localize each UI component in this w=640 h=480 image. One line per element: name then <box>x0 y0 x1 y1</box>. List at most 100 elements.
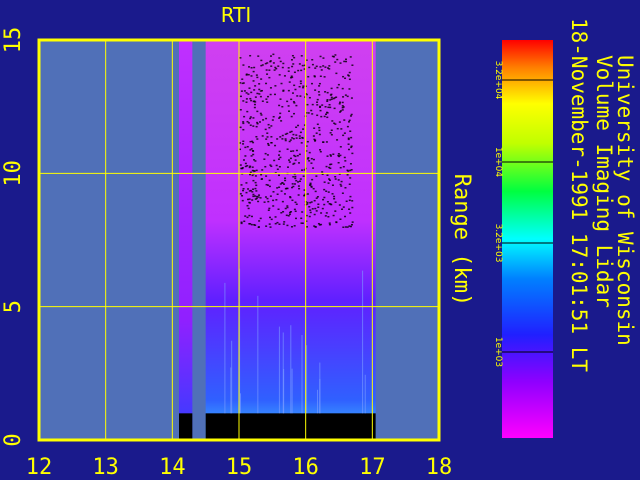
noise-speckle <box>306 158 309 160</box>
noise-speckle <box>312 135 315 137</box>
noise-speckle <box>299 95 302 97</box>
noise-speckle <box>281 138 284 140</box>
noise-speckle <box>327 106 330 109</box>
noise-speckle <box>246 145 249 148</box>
noise-speckle <box>249 116 252 118</box>
noise-speckle <box>334 178 337 180</box>
noise-speckle <box>300 217 303 220</box>
noise-speckle <box>289 139 292 141</box>
noise-speckle <box>318 133 321 136</box>
noise-speckle <box>314 190 317 193</box>
noise-speckle <box>257 196 260 198</box>
noise-speckle <box>249 223 252 225</box>
noise-speckle <box>245 101 248 103</box>
noise-speckle <box>268 207 271 210</box>
noise-speckle <box>342 166 345 168</box>
noise-speckle <box>326 155 329 157</box>
noise-speckle <box>286 166 289 168</box>
noise-speckle <box>268 223 271 225</box>
noise-speckle <box>279 156 282 159</box>
noise-speckle <box>272 53 275 56</box>
noise-speckle <box>250 215 253 218</box>
noise-speckle <box>314 89 317 91</box>
noise-speckle <box>316 114 319 117</box>
noise-speckle <box>332 153 335 155</box>
noise-speckle <box>325 212 328 214</box>
noise-speckle <box>290 98 293 101</box>
noise-speckle <box>280 120 283 122</box>
noise-speckle <box>291 92 294 94</box>
noise-speckle <box>311 63 314 66</box>
noise-speckle <box>252 188 255 190</box>
noise-speckle <box>286 224 289 227</box>
noise-speckle <box>242 121 245 123</box>
noise-speckle <box>299 82 302 85</box>
noise-speckle <box>285 214 288 217</box>
noise-speckle <box>251 191 254 193</box>
noise-speckle <box>337 179 340 181</box>
noise-speckle <box>295 149 298 152</box>
noise-speckle <box>282 90 285 92</box>
noise-speckle <box>291 186 294 189</box>
noise-speckle <box>347 138 350 141</box>
noise-speckle <box>248 87 251 89</box>
noise-speckle <box>349 130 352 132</box>
noise-speckle <box>281 66 284 69</box>
noise-speckle <box>341 208 344 210</box>
noise-speckle <box>315 65 318 68</box>
noise-speckle <box>267 209 270 211</box>
noise-speckle <box>342 206 345 208</box>
noise-speckle <box>307 75 310 78</box>
noise-speckle <box>273 69 276 71</box>
noise-speckle <box>255 169 258 172</box>
noise-speckle <box>268 69 271 71</box>
noise-speckle <box>321 207 324 210</box>
noise-speckle <box>292 150 295 152</box>
noise-speckle <box>266 154 269 156</box>
noise-speckle <box>325 190 328 192</box>
noise-speckle <box>346 95 349 98</box>
noise-speckle <box>302 128 305 130</box>
noise-speckle <box>280 190 283 192</box>
noise-speckle <box>276 193 279 196</box>
noise-speckle <box>294 177 297 180</box>
noise-speckle <box>265 138 268 140</box>
noise-speckle <box>291 76 294 79</box>
noise-speckle <box>301 211 304 213</box>
noise-speckle <box>347 143 350 145</box>
noise-speckle <box>239 126 242 129</box>
noise-speckle <box>334 210 337 212</box>
noise-speckle <box>328 222 331 224</box>
noise-speckle <box>266 197 269 200</box>
noise-speckle <box>350 97 353 99</box>
noise-speckle <box>346 174 349 176</box>
noise-speckle <box>294 159 297 161</box>
noise-speckle <box>287 70 290 72</box>
noise-speckle <box>284 179 287 182</box>
y-tick-label: 5 <box>1 300 26 313</box>
noise-speckle <box>261 100 264 102</box>
noise-speckle <box>277 158 280 160</box>
noise-speckle <box>349 177 352 179</box>
noise-speckle <box>309 182 312 185</box>
noise-speckle <box>337 161 340 164</box>
noise-speckle <box>267 142 270 145</box>
noise-speckle <box>266 132 269 134</box>
noise-speckle <box>306 193 309 195</box>
noise-speckle <box>253 170 256 172</box>
noise-speckle <box>317 206 320 208</box>
noise-speckle <box>253 106 256 109</box>
noise-speckle <box>319 109 322 112</box>
noise-speckle <box>279 60 282 63</box>
noise-speckle <box>264 196 267 198</box>
noise-speckle <box>257 200 260 203</box>
noise-speckle <box>261 135 264 137</box>
noise-speckle <box>339 146 342 148</box>
noise-speckle <box>269 195 272 197</box>
noise-speckle <box>252 141 255 144</box>
noise-speckle <box>314 207 317 210</box>
noise-speckle <box>245 92 248 94</box>
noise-speckle <box>306 103 309 106</box>
colorbar <box>502 40 553 438</box>
noise-speckle <box>308 151 311 154</box>
